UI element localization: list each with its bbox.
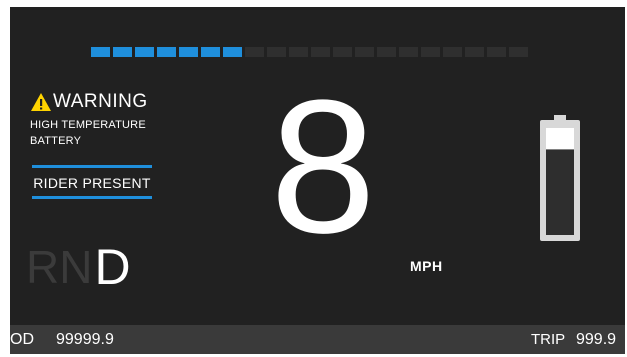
rider-divider-top <box>32 165 152 168</box>
battery-level-fill <box>546 149 574 235</box>
gauge-segment <box>179 47 198 57</box>
gauge-segment <box>487 47 506 57</box>
gauge-segment <box>311 47 330 57</box>
warning-line-1: HIGH TEMPERATURE <box>30 119 146 131</box>
rider-present-label: RIDER PRESENT <box>33 175 151 191</box>
gauge-segment <box>289 47 308 57</box>
gear-r: R <box>26 241 60 293</box>
warning-triangle-icon <box>31 93 51 111</box>
gauge-segment <box>245 47 264 57</box>
battery-icon <box>540 115 580 241</box>
gauge-segment <box>201 47 220 57</box>
gauge-segment <box>223 47 242 57</box>
gear-d: D <box>94 239 131 295</box>
gauge-segment <box>333 47 352 57</box>
odometer-value: 99999.9 <box>56 331 114 348</box>
odometer-label: OD <box>10 331 34 348</box>
gauge-segment <box>267 47 286 57</box>
gauge-segment <box>421 47 440 57</box>
gauge-segment <box>509 47 528 57</box>
warning-title-row: WARNING <box>30 90 148 114</box>
dashboard-screen: WARNING HIGH TEMPERATURE BATTERY RIDER P… <box>10 7 625 354</box>
speed-unit: MPH <box>410 258 443 274</box>
gauge-segment <box>443 47 462 57</box>
gauge-segment <box>157 47 176 57</box>
warning-panel: WARNING HIGH TEMPERATURE BATTERY <box>30 90 148 149</box>
bottom-status-bar: OD 99999.9 TRIP 999.9 <box>10 325 625 354</box>
warning-title: WARNING <box>53 91 148 112</box>
warning-message: HIGH TEMPERATURE BATTERY <box>30 117 148 149</box>
gear-n: N <box>59 241 93 293</box>
speed-readout: 8 <box>270 61 376 273</box>
warning-line-2: BATTERY <box>30 135 82 147</box>
gauge-segment <box>91 47 110 57</box>
gauge-segment <box>355 47 374 57</box>
gauge-segment <box>135 47 154 57</box>
gauge-segment <box>399 47 418 57</box>
rider-divider-bottom <box>32 196 152 199</box>
power-gauge <box>91 47 528 57</box>
trip-value: 999.9 <box>576 331 617 348</box>
gauge-segment <box>465 47 484 57</box>
gauge-segment <box>377 47 396 57</box>
trip-label: TRIP <box>531 331 566 348</box>
gauge-segment <box>113 47 132 57</box>
gear-selector: RND <box>26 239 131 295</box>
